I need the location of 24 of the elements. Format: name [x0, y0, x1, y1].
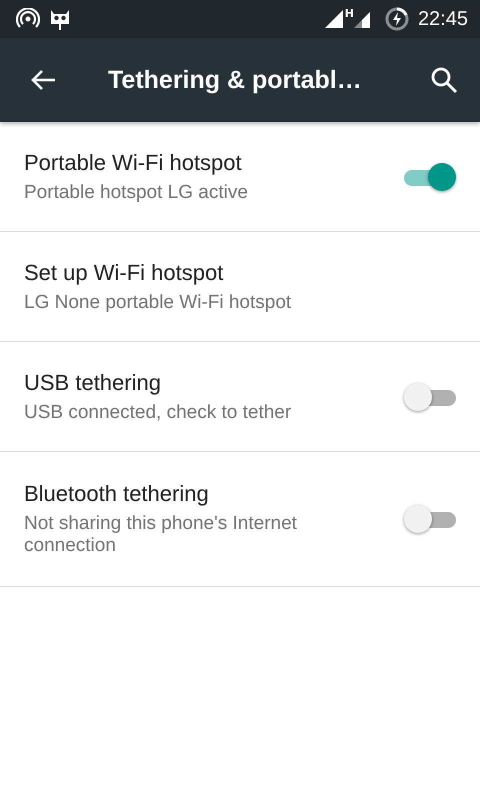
setting-summary: Not sharing this phone's Internet connection — [24, 513, 298, 557]
search-icon[interactable] — [430, 66, 458, 94]
toggle-switch[interactable] — [404, 382, 456, 412]
setting-row[interactable]: Bluetooth tethering Not sharing this phone's Internet connection — [0, 452, 480, 587]
setting-row[interactable]: Portable Wi-Fi hotspot Portable hotspot LG active — [0, 122, 480, 232]
setting-summary: LG None portable Wi-Fi hotspot — [24, 292, 292, 314]
clock: 22:45 — [418, 8, 468, 30]
setting-summary: USB connected, check to tether — [24, 402, 292, 424]
setting-title: Portable Wi-Fi hotspot — [24, 150, 243, 176]
setting-title: Set up Wi-Fi hotspot — [24, 260, 224, 286]
setting-row[interactable]: Set up Wi-Fi hotspot LG None portable Wi-Fi hotspot — [0, 232, 480, 342]
hotspot-icon — [16, 8, 40, 30]
toggle-switch[interactable] — [404, 504, 456, 534]
screen-title: Tethering & portabl… — [108, 66, 363, 94]
signal-icon — [324, 10, 343, 28]
network-type-label: H — [344, 7, 354, 20]
signal-icon — [354, 10, 370, 28]
setting-title: USB tethering — [24, 370, 162, 396]
back-arrow-icon[interactable] — [30, 69, 56, 91]
setting-title: Bluetooth tethering — [24, 481, 210, 507]
setting-row[interactable]: USB tethering USB connected, check to tether — [0, 342, 480, 452]
toggle-switch[interactable] — [404, 162, 456, 192]
setting-summary: Portable hotspot LG active — [24, 182, 249, 204]
battery-charging-icon — [384, 6, 410, 32]
